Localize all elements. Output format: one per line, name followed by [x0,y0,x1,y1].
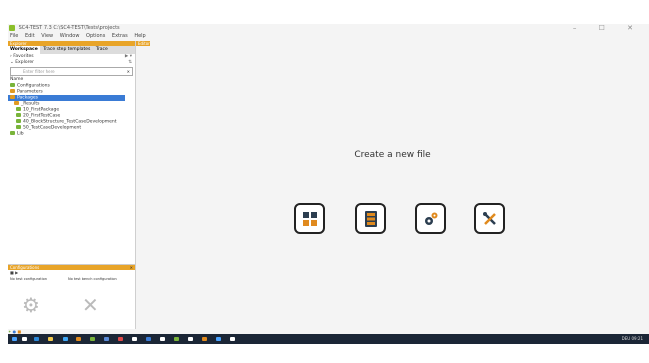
package-icon [16,107,21,111]
app-icon[interactable] [132,337,137,341]
app-icon[interactable] [160,337,165,341]
package-icon [16,113,21,117]
packages-folder-icon [10,95,15,99]
wrench-screwdriver-icon [482,211,496,225]
app-icon[interactable] [174,337,179,341]
package-icon [16,125,21,129]
menu-window[interactable]: Window [60,33,80,39]
app-icon[interactable] [104,337,109,341]
system-tray[interactable]: DEU 09:21 [622,334,643,344]
stop-icon[interactable]: ■ [10,270,14,275]
menu-extras[interactable]: Extras [112,33,128,39]
tab-trace-step-templates[interactable]: Trace step templates [41,46,92,54]
editor-header: Editor [136,41,150,46]
name-column-header: Name [10,77,24,82]
gears-icon [424,212,437,225]
menu-help[interactable]: Help [134,33,145,39]
lib-folder-icon [10,131,15,135]
window-controls[interactable]: – ☐ ✕ [573,24,643,32]
tab-workspace[interactable]: Workspace [8,46,40,54]
filter-placeholder: Enter filter here [23,69,55,74]
test-bench-config-label: No test bench configuration [68,277,117,281]
package-icon [16,119,21,123]
folder-icon[interactable] [48,337,53,341]
app-icon[interactable] [230,337,235,341]
application-window: SC4-TEST 7.3 C:\SC4-TEST\Tests\projects … [8,24,649,334]
chevron-down-icon: ⌄ [10,60,14,65]
app-icon[interactable] [202,337,207,341]
tab-trace[interactable]: Trace [94,46,110,54]
close-icon[interactable]: ✕ [130,265,133,270]
menu-edit[interactable]: Edit [25,33,35,39]
explorer-tree: Configurations Parameters Packages _Resu… [8,83,135,137]
left-tabs: Workspace Trace step templates Trace [8,46,135,54]
tree-item[interactable]: Lib [8,131,135,137]
play-icon[interactable]: ▶ [15,270,18,275]
start-icon[interactable] [12,337,17,341]
new-testcase-button[interactable] [355,203,386,234]
filter-input[interactable]: Enter filter here ✕ [10,67,133,76]
app-icon[interactable] [76,337,81,341]
menu-options[interactable]: Options [86,33,105,39]
left-panel: Explorer Workspace Trace step templates … [8,41,136,329]
favorites-label: Favorites [13,54,34,59]
app-icon[interactable] [146,337,151,341]
configurations-panel: Configurations ✕ ■ ▶ No test configurati… [8,264,135,324]
menu-file[interactable]: File [10,33,18,39]
package-grid-icon [302,211,317,226]
browser-icon[interactable] [34,337,39,341]
app-icon[interactable] [90,337,95,341]
title-bar: SC4-TEST 7.3 C:\SC4-TEST\Tests\projects … [8,24,649,32]
app-icon[interactable] [188,337,193,341]
search-icon[interactable] [22,337,27,341]
tools-icon[interactable]: ✕ [82,293,99,317]
clear-filter-icon[interactable]: ✕ [127,68,130,75]
folder-icon [14,101,19,105]
testcase-list-icon [364,210,377,227]
explorer-label: Explorer [15,60,34,65]
app-icon[interactable] [118,337,123,341]
new-config-button[interactable] [415,203,446,234]
app-logo-icon [9,24,15,31]
test-config-label: No test configuration [10,277,47,281]
menu-view[interactable]: View [41,33,53,39]
chevron-right-icon: › [10,54,12,59]
configurations-header: Configurations ✕ [8,265,135,270]
explorer-row[interactable]: ⌄ Explorer ⇅ [8,60,135,66]
menu-bar: File Edit View Window Options Extras Hel… [8,33,149,40]
app-icon[interactable] [63,337,68,341]
window-title: SC4-TEST 7.3 C:\SC4-TEST\Tests\projects [18,25,120,31]
config-folder-icon [10,83,15,87]
new-package-button[interactable] [294,203,325,234]
editor-area: Editor Create a new file [136,41,649,329]
collapse-icon[interactable]: ⇅ [128,60,132,66]
app-icon[interactable] [216,337,221,341]
parameters-folder-icon [10,89,15,93]
new-tools-button[interactable] [474,203,505,234]
config-columns: No test configuration No test bench confi… [8,275,135,283]
gear-icon[interactable]: ⚙ [22,293,40,317]
create-new-file-label: Create a new file [354,150,431,160]
windows-taskbar: DEU 09:21 [8,334,649,344]
